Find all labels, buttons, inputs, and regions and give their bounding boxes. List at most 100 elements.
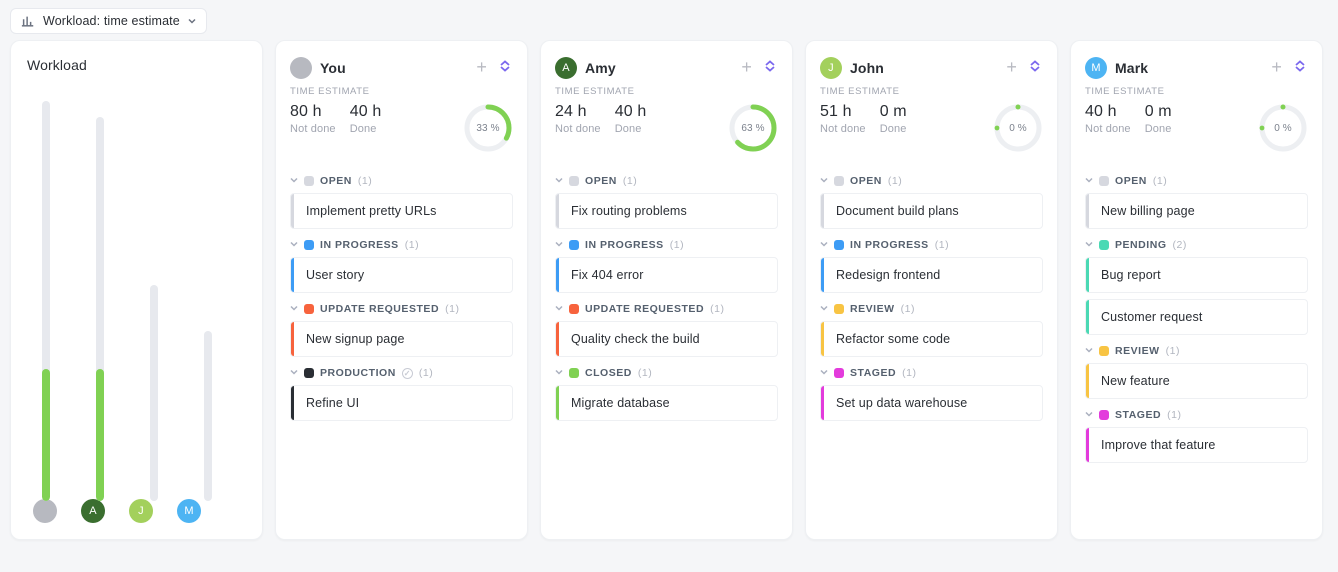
chevron-down-icon [1085,346,1093,354]
status-name: UPDATE REQUESTED [585,303,704,315]
task-card[interactable]: New feature [1085,363,1308,399]
task-card[interactable]: Bug report [1085,257,1308,293]
status-color-icon [569,240,579,250]
task-card[interactable]: Migrate database [555,385,778,421]
task-card[interactable]: Fix 404 error [555,257,778,293]
task-card[interactable]: Implement pretty URLs [290,193,513,229]
collapse-lane-icon[interactable] [1027,58,1043,77]
status-group-header[interactable]: STAGED(1) [1085,405,1308,427]
done-value: 0 m [880,103,907,121]
add-task-icon[interactable]: + [739,55,754,80]
status-group-header[interactable]: PENDING(2) [1085,235,1308,257]
status-count: (1) [1153,175,1167,187]
task-title: New signup page [294,323,417,355]
status-group-header[interactable]: IN PROGRESS(1) [555,235,778,257]
status-group-header[interactable]: IN PROGRESS(1) [820,235,1043,257]
status-color-icon [569,368,579,378]
task-card[interactable]: Redesign frontend [820,257,1043,293]
status-group-header[interactable]: OPEN(1) [820,171,1043,193]
status-group-header[interactable]: OPEN(1) [1085,171,1308,193]
workload-filter-label: Workload: time estimate [43,14,180,28]
chevron-down-icon [290,304,298,312]
status-count: (1) [1166,345,1180,357]
task-card[interactable]: User story [290,257,513,293]
task-card[interactable]: New billing page [1085,193,1308,229]
workload-avatar[interactable]: A [81,499,105,523]
progress-pct: 33 % [463,103,513,153]
status-group-header[interactable]: IN PROGRESS(1) [290,235,513,257]
lane-avatar[interactable]: J [820,57,842,79]
status-color-icon [304,240,314,250]
add-task-icon[interactable]: + [1004,55,1019,80]
collapse-lane-icon[interactable] [497,58,513,77]
workload-avatar[interactable] [33,499,57,523]
workload-avatar[interactable]: J [129,499,153,523]
task-card[interactable]: Fix routing problems [555,193,778,229]
task-card[interactable]: Customer request [1085,299,1308,335]
task-card[interactable]: Quality check the build [555,321,778,357]
status-group-header[interactable]: CLOSED(1) [555,363,778,385]
add-task-icon[interactable]: + [474,55,489,80]
status-count: (1) [638,367,652,379]
not-done-label: Not done [1085,123,1131,135]
status-color-icon [834,368,844,378]
done-value: 40 h [350,103,382,121]
status-color-icon [304,304,314,314]
status-group-header[interactable]: STAGED(1) [820,363,1043,385]
lane-username: Mark [1115,60,1261,76]
not-done-label: Not done [290,123,336,135]
collapse-lane-icon[interactable] [762,58,778,77]
lane-avatar[interactable]: M [1085,57,1107,79]
done-value: 40 h [615,103,647,121]
task-title: Fix routing problems [559,195,699,227]
lane-avatar[interactable] [290,57,312,79]
time-estimate-label: TIME ESTIMATE [1085,86,1308,97]
task-title: New feature [1089,365,1182,397]
status-group-header[interactable]: UPDATE REQUESTED(1) [290,299,513,321]
workload-bar[interactable] [85,91,115,501]
status-group-header[interactable]: REVIEW(1) [1085,341,1308,363]
task-card[interactable]: New signup page [290,321,513,357]
lane-username: Amy [585,60,731,76]
status-group-header[interactable]: UPDATE REQUESTED(1) [555,299,778,321]
workload-filter-pill[interactable]: Workload: time estimate [10,8,207,34]
status-group-header[interactable]: OPEN(1) [290,171,513,193]
status-name: IN PROGRESS [320,239,399,251]
task-card[interactable]: Improve that feature [1085,427,1308,463]
time-estimate-label: TIME ESTIMATE [555,86,778,97]
bars-icon [21,14,35,28]
status-color-icon [834,240,844,250]
collapse-lane-icon[interactable] [1292,58,1308,77]
task-card[interactable]: Refine UI [290,385,513,421]
status-count: (1) [670,239,684,251]
workload-bar[interactable] [139,91,169,501]
not-done-value: 24 h [555,103,601,121]
done-value: 0 m [1145,103,1172,121]
workload-avatar[interactable]: M [177,499,201,523]
caret-down-icon [188,17,196,25]
status-group-header[interactable]: OPEN(1) [555,171,778,193]
task-card[interactable]: Document build plans [820,193,1043,229]
status-name: OPEN [320,175,352,187]
status-name: PENDING [1115,239,1167,251]
status-name: PRODUCTION [320,367,396,379]
done-label: Done [350,123,382,135]
workload-bar[interactable] [193,91,223,501]
status-group-header[interactable]: REVIEW(1) [820,299,1043,321]
add-task-icon[interactable]: + [1269,55,1284,80]
status-count: (1) [623,175,637,187]
user-lane: JJohn+TIME ESTIMATE51 hNot done0 mDone0 … [805,40,1058,540]
status-color-icon [569,304,579,314]
task-title: Refactor some code [824,323,962,355]
status-group-header[interactable]: PRODUCTION✓(1) [290,363,513,385]
status-complete-icon: ✓ [402,368,413,379]
task-card[interactable]: Refactor some code [820,321,1043,357]
chevron-down-icon [820,368,828,376]
lane-avatar[interactable]: A [555,57,577,79]
status-color-icon [1099,176,1109,186]
status-color-icon [569,176,579,186]
chevron-down-icon [1085,176,1093,184]
user-lane: You+TIME ESTIMATE80 hNot done40 hDone33 … [275,40,528,540]
task-card[interactable]: Set up data warehouse [820,385,1043,421]
workload-bar[interactable] [31,91,61,501]
